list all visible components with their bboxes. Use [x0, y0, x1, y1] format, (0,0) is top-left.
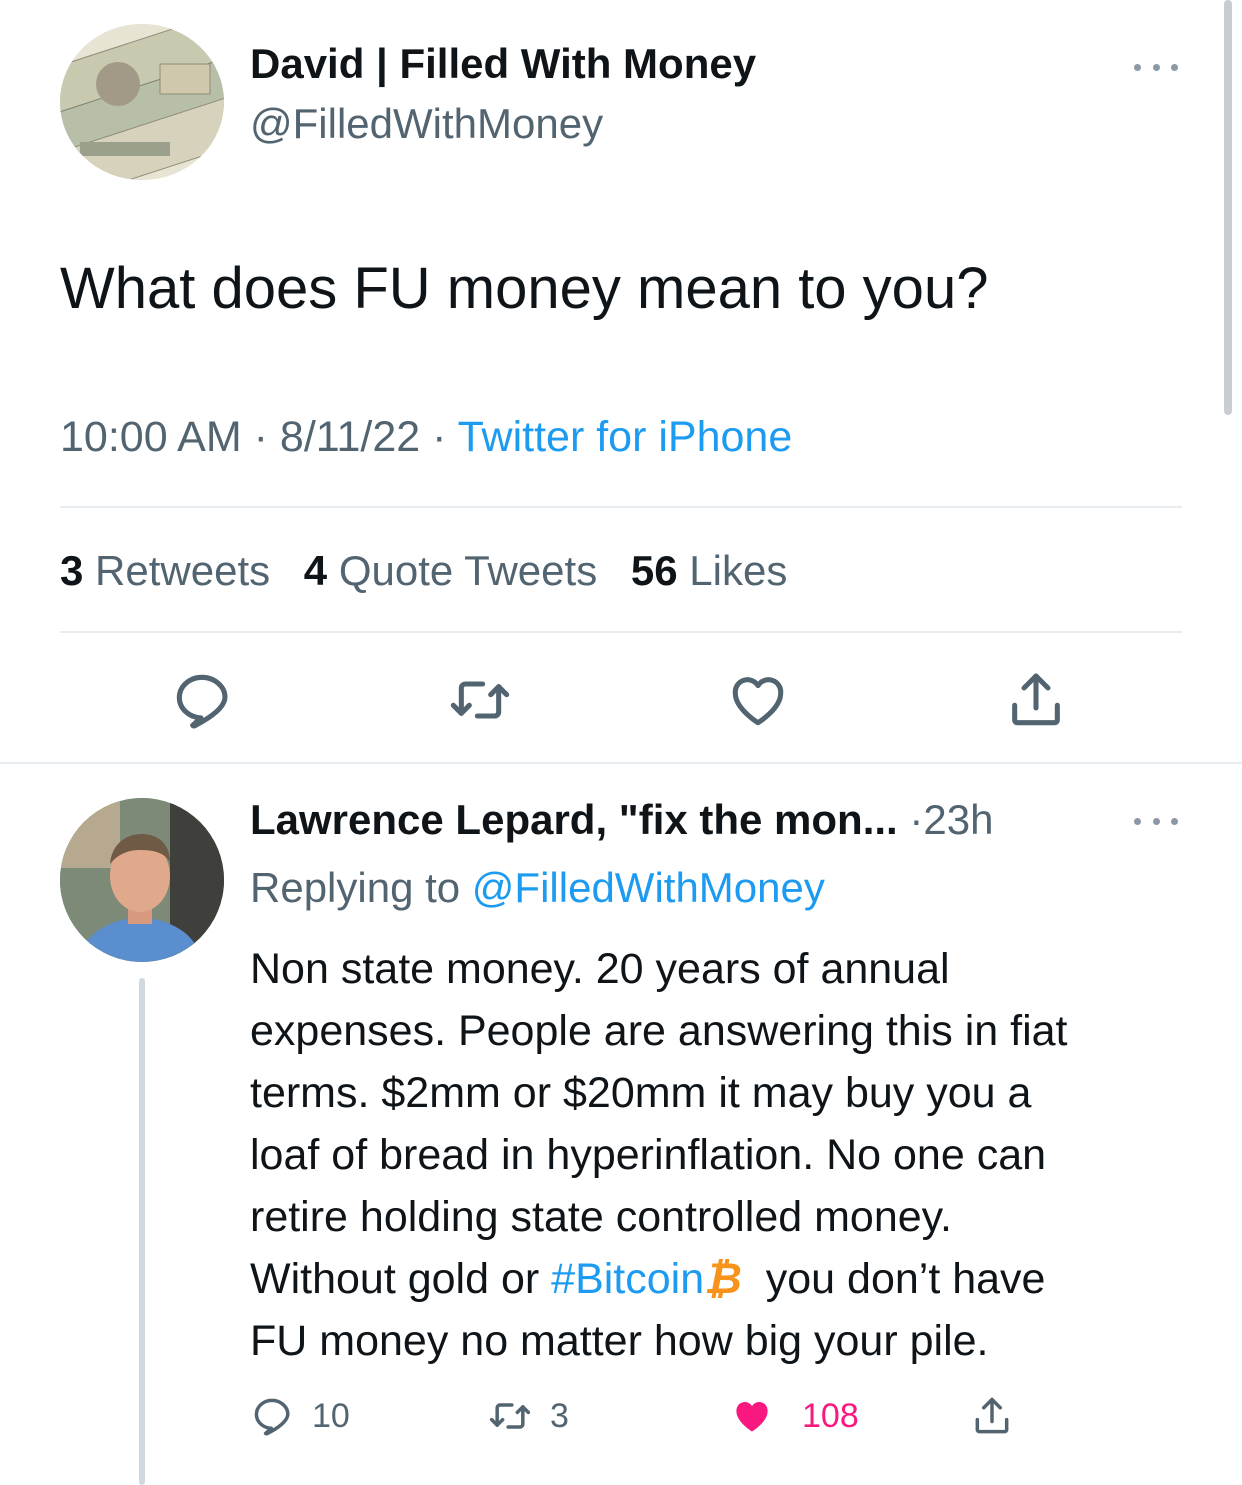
reply-text-line: retire holding state controlled money. [250, 1193, 952, 1241]
share-icon [975, 1397, 1009, 1434]
retweet-count: 3 [550, 1396, 569, 1435]
separator: · [909, 796, 924, 843]
reply-text-line: terms. $2mm or $20mm it may buy you a [250, 1069, 1032, 1117]
bitcoin-hashtag-link[interactable]: #Bitcoin [551, 1255, 704, 1303]
replying-to-label: Replying to [250, 864, 461, 911]
reply-author-avatar[interactable] [60, 798, 224, 962]
reply-like-button[interactable]: 108 [730, 1392, 859, 1440]
reply-icon[interactable] [170, 668, 234, 732]
reply-reply-button[interactable]: 10 [250, 1392, 350, 1440]
person-avatar-image [60, 798, 224, 962]
tweet-text: What does FU money mean to you? [60, 256, 989, 321]
thread-line [139, 978, 145, 1485]
retweet-icon [489, 1403, 531, 1429]
reply-text-line: expenses. People are answering this in f… [250, 1007, 1068, 1055]
reply-share-button[interactable] [970, 1392, 1014, 1440]
reply-retweet-button[interactable]: 3 [488, 1392, 569, 1440]
quote-tweets-stat[interactable]: 4 Quote Tweets [304, 547, 597, 594]
reply-icon [254, 1398, 290, 1436]
replying-to: Replying to @FilledWithMoney [250, 864, 825, 912]
tweet-date: 8/11/22 [279, 413, 421, 461]
reply-header: Lawrence Lepard, "fix the mon... ·23h [250, 796, 993, 844]
divider [60, 631, 1182, 633]
author-name[interactable]: David | Filled With Money [250, 40, 756, 88]
reply-text-line: Without gold or #Bitcoin₿ you don’t have [250, 1248, 1180, 1310]
reply-text-line: loaf of bread in hyperinflation. No one … [250, 1131, 1047, 1179]
share-icon[interactable] [1004, 668, 1068, 732]
like-count: 108 [802, 1396, 859, 1435]
money-avatar-image [60, 24, 224, 180]
tweet-stats: 3 Retweets 4 Quote Tweets 56 Likes [60, 547, 787, 595]
separator: · [432, 413, 447, 461]
divider [0, 762, 1242, 764]
separator: · [253, 413, 268, 461]
more-options-icon[interactable] [1134, 814, 1178, 828]
tweet-metadata: 10:00 AM · 8/11/22 · Twitter for iPhone [60, 413, 792, 462]
tweet-time: 10:00 AM [60, 413, 242, 461]
liked-heart-icon [736, 1402, 768, 1432]
reply-text-fragment: Without gold or [250, 1255, 552, 1303]
author-avatar[interactable] [60, 24, 224, 180]
reply-text-fragment: you don’t have [741, 1255, 1046, 1303]
author-handle[interactable]: @FilledWithMoney [250, 100, 603, 148]
divider [60, 506, 1182, 508]
scrollbar[interactable] [1224, 0, 1232, 415]
reply-count: 10 [312, 1396, 350, 1435]
likes-stat[interactable]: 56 Likes [631, 547, 787, 594]
retweets-stat[interactable]: 3 Retweets [60, 547, 270, 594]
more-options-icon[interactable] [1134, 60, 1178, 74]
replying-to-handle[interactable]: @FilledWithMoney [472, 864, 825, 911]
tweet-source-link[interactable]: Twitter for iPhone [458, 413, 793, 461]
reply-text-line: Non state money. 20 years of annual [250, 945, 950, 993]
reply-text-line: FU money no matter how big your pile. [250, 1317, 989, 1365]
reply-text: Non state money. 20 years of annual expe… [250, 938, 1180, 1372]
retweet-icon[interactable] [448, 668, 512, 732]
reply-author-name[interactable]: Lawrence Lepard, "fix the mon... [250, 796, 898, 843]
reply-age[interactable]: 23h [923, 796, 993, 843]
bitcoin-icon: ₿ [704, 1255, 742, 1303]
like-icon[interactable] [726, 668, 790, 732]
